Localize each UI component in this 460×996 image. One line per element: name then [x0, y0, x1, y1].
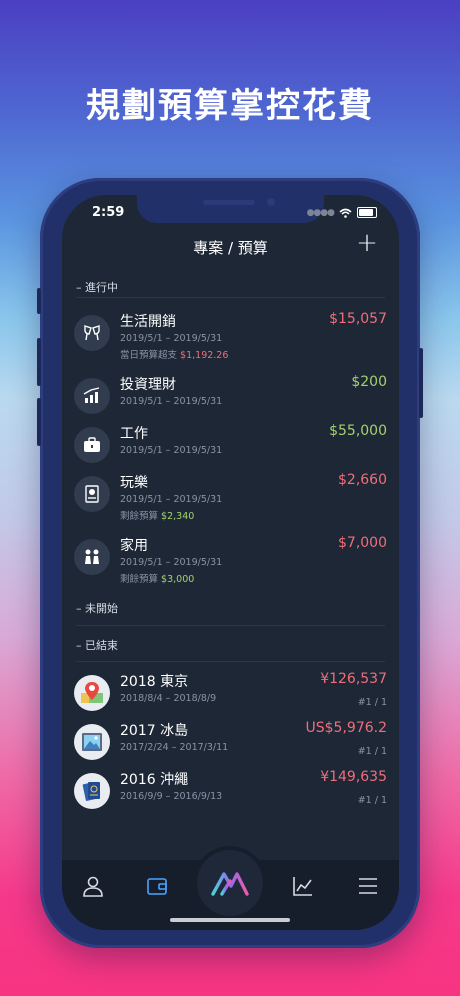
- section-not-started[interactable]: – 未開始: [76, 600, 118, 616]
- speaker: [203, 200, 255, 205]
- page-title: 專案 / 預算: [193, 239, 268, 257]
- battery-icon: [357, 207, 377, 218]
- ticket-icon: [74, 476, 110, 512]
- budget-amount: $2,660: [338, 472, 387, 488]
- budget-dates: 2019/5/1 – 2019/5/31: [120, 333, 223, 344]
- budget-amount: $200: [351, 374, 387, 390]
- budget-dates: 2019/5/1 – 2019/5/31: [120, 557, 223, 568]
- budget-amount: $55,000: [329, 423, 387, 439]
- profile-icon[interactable]: [79, 872, 107, 900]
- home-indicator[interactable]: [170, 918, 290, 922]
- budget-name: 家用: [120, 538, 148, 554]
- trip-amount: US$5,976.2: [305, 720, 387, 736]
- trip-item[interactable]: 2018 東京 2018/8/4 – 2018/8/9 ¥126,537 #1 …: [74, 671, 387, 719]
- budget-item[interactable]: 投資理財 2019/5/1 – 2019/5/31 $200: [74, 374, 387, 422]
- power-button: [419, 348, 423, 418]
- trip-name: 2017 冰島: [120, 723, 189, 739]
- budget-note: 剩餘預算 $2,340: [120, 508, 194, 522]
- add-button[interactable]: +: [355, 230, 379, 256]
- notch: [137, 195, 324, 223]
- budget-name: 工作: [120, 426, 148, 442]
- camera: [267, 198, 275, 206]
- trip-amount: ¥149,635: [320, 769, 387, 785]
- budget-name: 投資理財: [120, 377, 176, 393]
- status-time: 2:59: [92, 205, 125, 220]
- budget-amount: $15,057: [329, 311, 387, 327]
- cheers-icon: [74, 315, 110, 351]
- trip-dates: 2016/9/9 – 2016/9/13: [120, 791, 223, 802]
- chart-bars-icon: [74, 378, 110, 414]
- note-label: 當日預算超支: [120, 350, 178, 361]
- budget-dates: 2019/5/1 – 2019/5/31: [120, 494, 223, 505]
- budget-item[interactable]: 工作 2019/5/1 – 2019/5/31 $55,000: [74, 423, 387, 471]
- trip-page: #1 / 1: [357, 795, 387, 806]
- divider: [76, 625, 385, 626]
- note-label: 剩餘預算: [120, 511, 159, 522]
- trip-page: #1 / 1: [357, 697, 387, 708]
- budget-name: 生活開銷: [120, 314, 176, 330]
- trip-item[interactable]: 2017 冰島 2017/2/24 – 2017/3/11 US$5,976.2…: [74, 720, 387, 768]
- trip-item[interactable]: 2016 沖繩 2016/9/9 – 2016/9/13 ¥149,635 #1…: [74, 769, 387, 817]
- mute-switch: [37, 288, 41, 314]
- note-value: $3,000: [161, 574, 195, 585]
- note-label: 剩餘預算: [120, 574, 159, 585]
- divider: [76, 661, 385, 662]
- menu-icon[interactable]: [354, 872, 382, 900]
- map-pin-icon: [74, 675, 110, 711]
- tab-bar: [62, 850, 399, 930]
- budget-item[interactable]: 家用 2019/5/1 – 2019/5/31 剩餘預算 $3,000 $7,0…: [74, 535, 387, 585]
- budget-dates: 2019/5/1 – 2019/5/31: [120, 396, 223, 407]
- volume-up-button: [37, 338, 41, 386]
- note-value: $1,192.26: [180, 350, 229, 361]
- budget-item[interactable]: 玩樂 2019/5/1 – 2019/5/31 剩餘預算 $2,340 $2,6…: [74, 472, 387, 522]
- trip-dates: 2018/8/4 – 2018/8/9: [120, 693, 217, 704]
- signal-icon: ●●●●: [306, 207, 335, 218]
- wifi-icon: [339, 208, 352, 218]
- budget-note: 當日預算超支 $1,192.26: [120, 347, 228, 361]
- budget-note: 剩餘預算 $3,000: [120, 571, 194, 585]
- wallet-icon[interactable]: [143, 872, 171, 900]
- budget-amount: $7,000: [338, 535, 387, 551]
- budget-dates: 2019/5/1 – 2019/5/31: [120, 445, 223, 456]
- budget-name: 玩樂: [120, 475, 148, 491]
- picture-icon: [74, 724, 110, 760]
- app-screen: 2:59 ●●●● 專案 / 預算 + – 進行中 生活開銷 2019/5/1 …: [62, 195, 399, 930]
- trip-dates: 2017/2/24 – 2017/3/11: [120, 742, 229, 753]
- section-in-progress[interactable]: – 進行中: [76, 279, 118, 295]
- budget-item[interactable]: 生活開銷 2019/5/1 – 2019/5/31 當日預算超支 $1,192.…: [74, 311, 387, 361]
- family-icon: [74, 539, 110, 575]
- divider: [76, 297, 385, 298]
- logo-button[interactable]: [197, 850, 263, 916]
- trip-amount: ¥126,537: [320, 671, 387, 687]
- passport-icon: [74, 773, 110, 809]
- section-ended[interactable]: – 已結束: [76, 637, 118, 653]
- logo-icon: [211, 872, 249, 896]
- volume-down-button: [37, 398, 41, 446]
- status-icons: ●●●●: [307, 207, 377, 218]
- headline: 規劃預算掌控花費: [86, 86, 374, 126]
- trip-page: #1 / 1: [357, 746, 387, 757]
- trip-name: 2018 東京: [120, 674, 189, 690]
- briefcase-icon: [74, 427, 110, 463]
- trip-name: 2016 沖繩: [120, 772, 189, 788]
- chart-line-icon[interactable]: [289, 872, 317, 900]
- note-value: $2,340: [161, 511, 195, 522]
